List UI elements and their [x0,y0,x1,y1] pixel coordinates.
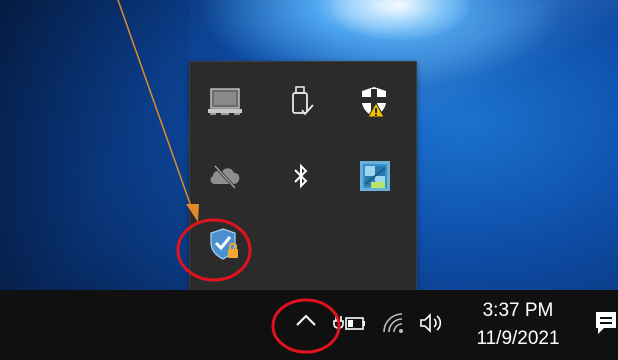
security-shield-lock-icon[interactable] [203,222,247,266]
show-hidden-icons-chevron-icon[interactable] [292,308,320,334]
usb-drive-icon[interactable] [279,80,323,124]
defender-warning-icon[interactable] [353,80,397,124]
clock-time: 3:37 PM [482,300,554,321]
clock-date: 11/9/2021 [476,328,560,349]
tray-overflow-flyout [190,62,416,290]
volume-icon[interactable] [418,310,448,336]
wifi-icon[interactable] [380,310,410,336]
taskbar: 3:37 PM 11/9/2021 [0,290,618,360]
system-clock[interactable]: 3:37 PM 11/9/2021 [468,298,568,352]
wallpaper-shade [0,0,190,290]
battery-charging-icon[interactable] [333,310,367,336]
action-center-icon[interactable] [594,308,618,338]
intel-graphics-icon[interactable] [353,154,397,198]
desktop: 3:37 PM 11/9/2021 [0,0,618,360]
laptop-icon[interactable] [203,80,247,124]
bluetooth-icon[interactable] [279,154,323,198]
onedrive-offline-icon[interactable] [203,154,247,198]
